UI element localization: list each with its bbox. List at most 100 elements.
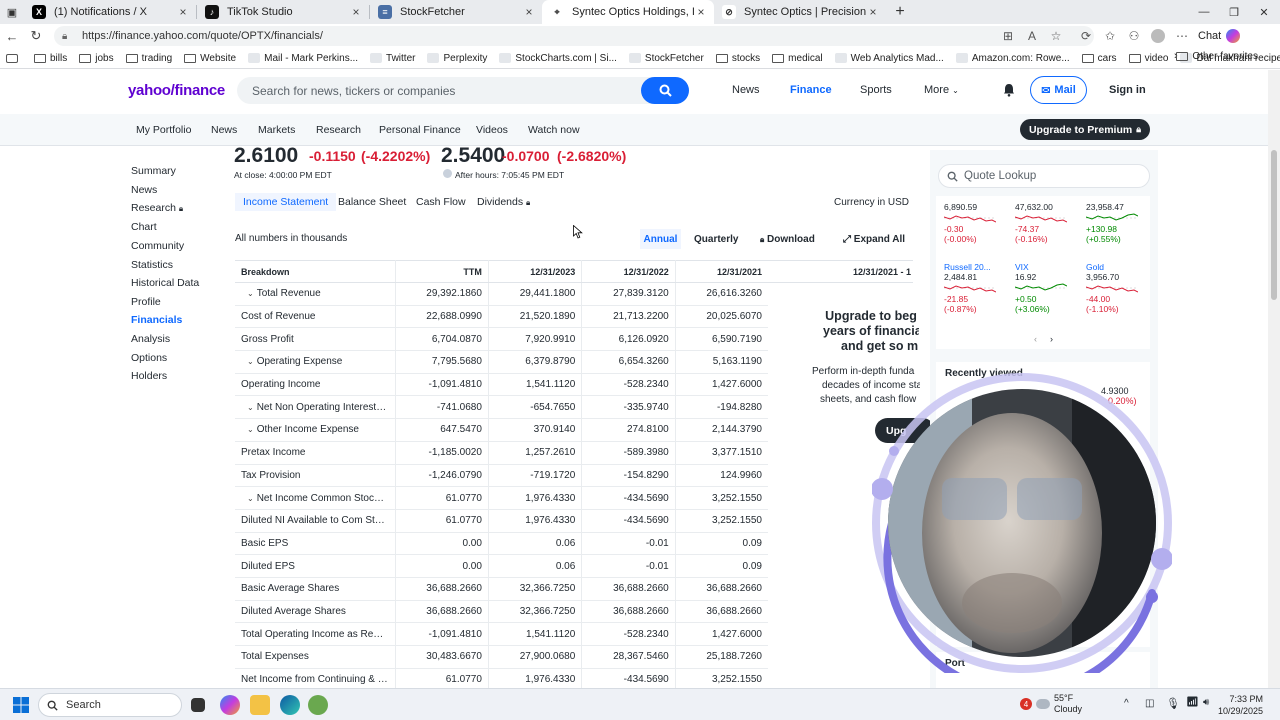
bookmark-item[interactable]: Perplexity bbox=[427, 53, 487, 64]
copilot-taskbar-icon[interactable] bbox=[220, 695, 240, 715]
market-tile[interactable]: Russell 20... 2,484.81 -21.85 (-0.87%) bbox=[944, 262, 1014, 314]
table-row[interactable]: ⌄ Operating Expense 7,795.5680 6,379.8790 6,… bbox=[235, 350, 768, 374]
edge-browser-icon[interactable] bbox=[280, 695, 300, 715]
back-icon[interactable]: ← bbox=[0, 24, 24, 48]
bookmark-item[interactable]: video bbox=[1128, 53, 1168, 64]
tab-dividends[interactable]: Dividends 🔒︎ bbox=[477, 196, 530, 208]
left-nav-news[interactable]: News bbox=[131, 184, 157, 196]
copilot-icon[interactable]: ⚇ bbox=[1122, 24, 1146, 48]
prev-arrow-icon[interactable]: ‹ bbox=[1034, 334, 1037, 344]
scrollbar-thumb[interactable] bbox=[1271, 150, 1277, 300]
market-tile[interactable]: 47,632.00 -74.37 (-0.16%) bbox=[1015, 202, 1085, 244]
bookmark-item[interactable]: StockCharts.com | Si... bbox=[499, 53, 617, 64]
left-nav-summary[interactable]: Summary bbox=[131, 165, 176, 177]
chevron-down-icon[interactable]: ⌄ bbox=[247, 289, 254, 298]
favorite-star-icon[interactable]: ☆ bbox=[1044, 24, 1068, 48]
bookmark-menu-icon[interactable] bbox=[6, 53, 22, 63]
tab-income-statement[interactable]: Income Statement bbox=[235, 193, 337, 211]
bookmark-item[interactable]: bills bbox=[34, 53, 67, 64]
chevron-down-icon[interactable]: ⌄ bbox=[247, 357, 254, 366]
left-nav-community[interactable]: Community bbox=[131, 240, 184, 252]
market-tile[interactable]: 23,958.47 +130.98 (+0.55%) bbox=[1086, 202, 1156, 244]
tab-balance-sheet[interactable]: Balance Sheet bbox=[338, 196, 406, 208]
quote-lookup-input[interactable]: Quote Lookup bbox=[938, 164, 1150, 188]
left-nav-chart[interactable]: Chart bbox=[131, 221, 157, 233]
market-tile[interactable]: VIX 16.92 +0.50 (+3.06%) bbox=[1015, 262, 1085, 314]
search-button[interactable] bbox=[641, 77, 689, 104]
browser-tab[interactable]: ⌖ Syntec Optics Holdings, Inc. (OPTX × bbox=[542, 0, 714, 24]
table-row[interactable]: ⌄ Other Income Expense 647.5470 370.9140 274… bbox=[235, 418, 768, 442]
nav-sports[interactable]: Sports bbox=[860, 84, 892, 96]
notification-bell-icon[interactable] bbox=[1003, 83, 1015, 100]
tab-cash-flow[interactable]: Cash Flow bbox=[416, 196, 466, 208]
download-button[interactable]: 🔒︎ Download bbox=[760, 234, 815, 245]
sign-in-link[interactable]: Sign in bbox=[1109, 84, 1146, 96]
task-view-icon[interactable] bbox=[191, 698, 205, 712]
close-tab-icon[interactable]: × bbox=[866, 5, 880, 19]
browser-tab[interactable]: ♪ TikTok Studio × bbox=[197, 0, 369, 24]
new-tab-button[interactable]: + bbox=[886, 0, 914, 24]
maximize-icon[interactable]: ❐ bbox=[1218, 0, 1250, 24]
browser-tab[interactable]: ≡ StockFetcher × bbox=[370, 0, 542, 24]
app-available-icon[interactable]: ⊞ bbox=[996, 24, 1020, 48]
table-row[interactable]: ⌄ Net Income Common Stockho... 61.0770 1,97… bbox=[235, 486, 768, 510]
left-nav-options[interactable]: Options bbox=[131, 352, 167, 364]
bookmark-item[interactable]: jobs bbox=[79, 53, 114, 64]
market-tile[interactable]: Gold 3,956.70 -44.00 (-1.10%) bbox=[1086, 262, 1156, 314]
bookmark-item[interactable]: Web Analytics Mad... bbox=[834, 53, 944, 64]
mail-button[interactable]: ✉ Mail bbox=[1030, 76, 1087, 104]
microphone-icon[interactable]: 🎙︎ bbox=[1166, 697, 1180, 710]
taskbar-search[interactable]: Search bbox=[38, 693, 182, 717]
chat-button[interactable]: Chat bbox=[1198, 29, 1241, 43]
bookmark-item[interactable]: trading bbox=[125, 53, 172, 64]
bookmark-item[interactable]: Twitter bbox=[370, 53, 415, 64]
nav-news[interactable]: News bbox=[732, 84, 760, 96]
bookmark-item[interactable]: Website bbox=[184, 53, 236, 64]
bookmark-item[interactable]: StockFetcher bbox=[628, 53, 704, 64]
close-window-icon[interactable]: ✕ bbox=[1248, 0, 1280, 24]
bookmark-item[interactable]: Mail - Mark Perkins... bbox=[248, 53, 358, 64]
read-aloud-icon[interactable]: A bbox=[1020, 24, 1044, 48]
nav-more[interactable]: More ⌄ bbox=[924, 84, 959, 96]
left-nav-analysis[interactable]: Analysis bbox=[131, 333, 170, 345]
nav-finance[interactable]: Finance bbox=[790, 84, 832, 96]
url-field[interactable]: 🔒︎ https://finance.yahoo.com/quote/OPTX/… bbox=[54, 26, 1094, 46]
tray-overflow-icon[interactable]: ^ bbox=[1124, 698, 1129, 709]
close-tab-icon[interactable]: × bbox=[176, 5, 190, 19]
refresh-page-icon[interactable]: ⟳ bbox=[1074, 24, 1098, 48]
quarterly-toggle[interactable]: Quarterly bbox=[694, 234, 738, 245]
subnav-my-portfolio[interactable]: My Portfolio bbox=[136, 124, 191, 136]
close-tab-icon[interactable]: × bbox=[522, 5, 536, 19]
windows-start-icon[interactable] bbox=[13, 697, 29, 713]
close-tab-icon[interactable]: × bbox=[349, 5, 363, 19]
taskbar-clock[interactable]: 7:33 PM 10/29/2025 bbox=[1218, 693, 1263, 717]
volume-icon[interactable]: 🔊︎ bbox=[1203, 697, 1209, 708]
favorites-icon[interactable]: ✩ bbox=[1098, 24, 1122, 48]
refresh-icon[interactable]: ↻ bbox=[24, 24, 48, 48]
subnav-watch-now[interactable]: Watch now bbox=[528, 124, 580, 136]
chevron-down-icon[interactable]: ⌄ bbox=[247, 494, 254, 503]
subnav-markets[interactable]: Markets bbox=[258, 124, 295, 136]
wifi-icon[interactable]: 📶︎ bbox=[1186, 697, 1199, 708]
subnav-personal-finance[interactable]: Personal Finance bbox=[379, 124, 461, 136]
close-tab-icon[interactable]: × bbox=[694, 5, 708, 19]
subnav-research[interactable]: Research bbox=[316, 124, 361, 136]
weather-widget[interactable]: 4 55°F Cloudy bbox=[1020, 693, 1082, 715]
table-row[interactable]: ⌄ Net Non Operating Interest In... -741.06… bbox=[235, 395, 768, 420]
chevron-down-icon[interactable]: ⌄ bbox=[247, 425, 254, 434]
browser-tab[interactable]: X (1) Notifications / X × bbox=[24, 0, 196, 24]
left-nav-financials[interactable]: Financials bbox=[131, 314, 182, 326]
more-menu-icon[interactable]: ⋯ bbox=[1170, 24, 1194, 48]
subnav-news[interactable]: News bbox=[211, 124, 237, 136]
tray-app-icon[interactable]: ◫ bbox=[1145, 698, 1154, 709]
page-scrollbar[interactable] bbox=[1268, 70, 1280, 688]
left-nav-holders[interactable]: Holders bbox=[131, 370, 167, 382]
app-icon[interactable] bbox=[308, 695, 328, 715]
left-nav-profile[interactable]: Profile bbox=[131, 296, 161, 308]
file-explorer-icon[interactable] bbox=[250, 695, 270, 715]
expand-all-button[interactable]: ⤢ Expand All bbox=[843, 234, 905, 245]
bookmark-item[interactable]: stocks bbox=[715, 53, 760, 64]
site-info-icon[interactable]: 🔒︎ bbox=[62, 31, 76, 42]
left-nav-historical-data[interactable]: Historical Data bbox=[131, 277, 199, 289]
minimize-icon[interactable]: — bbox=[1188, 0, 1220, 24]
